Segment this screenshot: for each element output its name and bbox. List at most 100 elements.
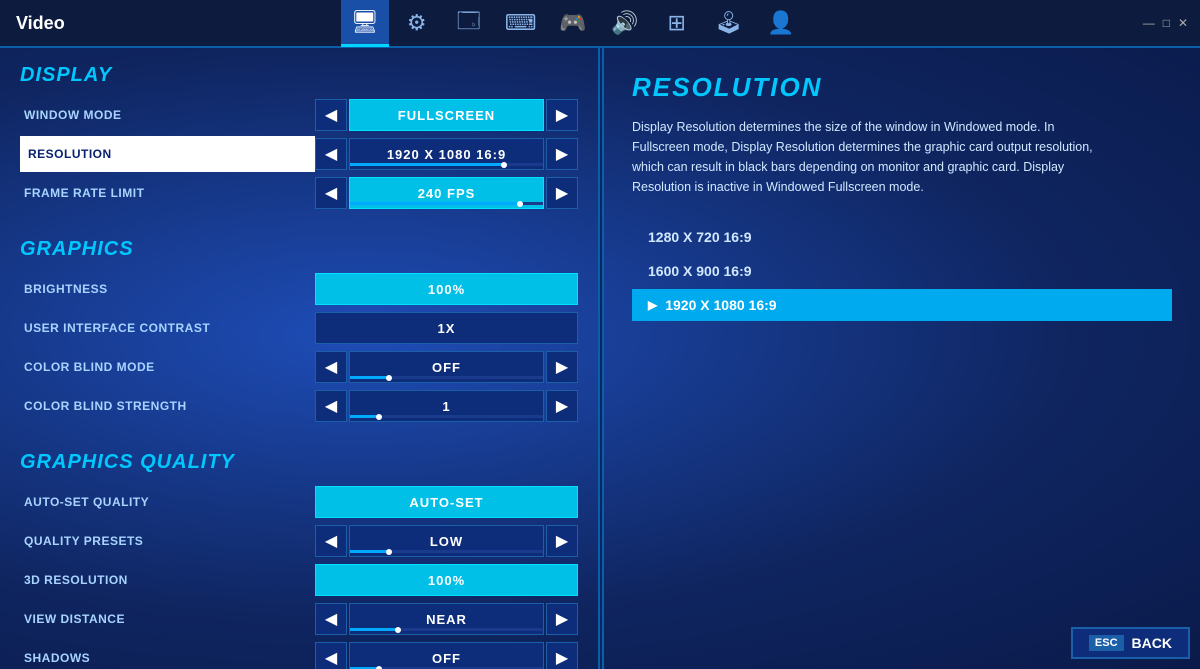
nav-controller-icon[interactable]: 🎮 bbox=[549, 0, 597, 47]
shadows-control: ◀ OFF ▶ bbox=[315, 642, 578, 669]
graphics-section-header: Graphics bbox=[20, 238, 578, 261]
titlebar: Video 🖥 ⚙ 🗔 ⌨ 🎮 🔊 ⊞ 🕹 👤 — □ ✕ bbox=[0, 0, 1200, 48]
brightness-value[interactable]: 100% bbox=[315, 273, 578, 305]
quality-presets-left-arrow[interactable]: ◀ bbox=[315, 525, 347, 557]
color-blind-strength-slider bbox=[350, 415, 543, 418]
resolution-option-720-label: 1280 X 720 16:9 bbox=[648, 229, 752, 245]
main-content: Display WINDOW MODE ◀ FULLSCREEN ▶ RESOL… bbox=[0, 48, 1200, 669]
resolution-control: ◀ 1920 X 1080 16:9 ▶ bbox=[315, 138, 578, 170]
display-section-header: Display bbox=[20, 64, 578, 87]
window-mode-left-arrow[interactable]: ◀ bbox=[315, 99, 347, 131]
nav-keyboard-icon[interactable]: ⌨ bbox=[497, 0, 545, 47]
color-blind-mode-control: ◀ OFF ▶ bbox=[315, 351, 578, 383]
resolution-description: Display Resolution determines the size o… bbox=[632, 117, 1112, 197]
resolution-left-arrow[interactable]: ◀ bbox=[315, 138, 347, 170]
brightness-control: 100% bbox=[315, 273, 578, 305]
setting-row-3d-resolution: 3D RESOLUTION 100% bbox=[20, 562, 578, 598]
setting-row-color-blind-mode: COLOR BLIND MODE ◀ OFF ▶ bbox=[20, 349, 578, 385]
nav-display-icon[interactable]: 🗔 bbox=[445, 0, 493, 47]
color-blind-mode-right-arrow[interactable]: ▶ bbox=[546, 351, 578, 383]
nav-monitor-icon[interactable]: 🖥 bbox=[341, 0, 389, 47]
quality-presets-label: QUALITY PRESETS bbox=[20, 534, 315, 548]
nav-gamepad-icon[interactable]: 🕹 bbox=[705, 0, 753, 47]
shadows-right-arrow[interactable]: ▶ bbox=[546, 642, 578, 669]
close-button[interactable]: ✕ bbox=[1178, 16, 1188, 30]
frame-rate-left-arrow[interactable]: ◀ bbox=[315, 177, 347, 209]
maximize-button[interactable]: □ bbox=[1163, 16, 1170, 30]
ui-contrast-value[interactable]: 1x bbox=[315, 312, 578, 344]
quality-presets-right-arrow[interactable]: ▶ bbox=[546, 525, 578, 557]
view-distance-left-arrow[interactable]: ◀ bbox=[315, 603, 347, 635]
3d-resolution-control: 100% bbox=[315, 564, 578, 596]
nav-profile-icon[interactable]: 👤 bbox=[757, 0, 805, 47]
color-blind-mode-label: COLOR BLIND MODE bbox=[20, 360, 315, 374]
quality-presets-slider bbox=[350, 550, 543, 553]
resolution-label[interactable]: RESOLUTION bbox=[20, 136, 315, 172]
esc-label: ESC bbox=[1089, 635, 1124, 651]
frame-rate-slider bbox=[350, 202, 543, 205]
setting-row-resolution: RESOLUTION ◀ 1920 X 1080 16:9 ▶ bbox=[20, 136, 578, 172]
view-distance-slider bbox=[350, 628, 543, 631]
ui-contrast-label: USER INTERFACE CONTRAST bbox=[20, 321, 315, 335]
shadows-left-arrow[interactable]: ◀ bbox=[315, 642, 347, 669]
auto-set-control: AUTO-SET bbox=[315, 486, 578, 518]
shadows-value[interactable]: OFF bbox=[349, 642, 544, 669]
setting-row-auto-set: AUTO-SET QUALITY AUTO-SET bbox=[20, 484, 578, 520]
quality-presets-value[interactable]: LOW bbox=[349, 525, 544, 557]
brightness-label: BRIGHTNESS bbox=[20, 282, 315, 296]
resolution-panel-title: RESOLUTION bbox=[632, 72, 1172, 103]
back-label: BACK bbox=[1132, 635, 1172, 651]
color-blind-mode-left-arrow[interactable]: ◀ bbox=[315, 351, 347, 383]
window-mode-label: WINDOW MODE bbox=[20, 108, 315, 122]
color-blind-mode-slider bbox=[350, 376, 543, 379]
resolution-option-900-label: 1600 X 900 16:9 bbox=[648, 263, 752, 279]
setting-row-frame-rate: FRAME RATE LIMIT ◀ 240 FPS ▶ bbox=[20, 175, 578, 211]
color-blind-mode-value[interactable]: OFF bbox=[349, 351, 544, 383]
quality-presets-control: ◀ LOW ▶ bbox=[315, 525, 578, 557]
view-distance-control: ◀ NEAR ▶ bbox=[315, 603, 578, 635]
setting-row-ui-contrast: USER INTERFACE CONTRAST 1x bbox=[20, 310, 578, 346]
resolution-slider bbox=[350, 163, 543, 166]
color-blind-strength-left-arrow[interactable]: ◀ bbox=[315, 390, 347, 422]
minimize-button[interactable]: — bbox=[1143, 16, 1155, 30]
nav-icons: 🖥 ⚙ 🗔 ⌨ 🎮 🔊 ⊞ 🕹 👤 bbox=[341, 0, 805, 47]
nav-audio-icon[interactable]: 🔊 bbox=[601, 0, 649, 47]
resolution-option-720[interactable]: 1280 X 720 16:9 bbox=[632, 221, 1172, 253]
frame-rate-control: ◀ 240 FPS ▶ bbox=[315, 177, 578, 209]
3d-resolution-label: 3D RESOLUTION bbox=[20, 573, 315, 587]
ui-contrast-control: 1x bbox=[315, 312, 578, 344]
resolution-value[interactable]: 1920 X 1080 16:9 bbox=[349, 138, 544, 170]
resolution-option-900[interactable]: 1600 X 900 16:9 bbox=[632, 255, 1172, 287]
setting-row-color-blind-strength: COLOR BLIND STRENGTH ◀ 1 ▶ bbox=[20, 388, 578, 424]
view-distance-value[interactable]: NEAR bbox=[349, 603, 544, 635]
shadows-label: SHADOWS bbox=[20, 651, 315, 665]
frame-rate-label: FRAME RATE LIMIT bbox=[20, 186, 315, 200]
color-blind-strength-right-arrow[interactable]: ▶ bbox=[546, 390, 578, 422]
setting-row-quality-presets: QUALITY PRESETS ◀ LOW ▶ bbox=[20, 523, 578, 559]
back-button[interactable]: ESC BACK bbox=[1071, 627, 1190, 659]
left-panel: Display WINDOW MODE ◀ FULLSCREEN ▶ RESOL… bbox=[0, 48, 598, 669]
color-blind-strength-value[interactable]: 1 bbox=[349, 390, 544, 422]
right-panel: RESOLUTION Display Resolution determines… bbox=[604, 48, 1200, 669]
view-distance-label: VIEW DISTANCE bbox=[20, 612, 315, 626]
frame-rate-right-arrow[interactable]: ▶ bbox=[546, 177, 578, 209]
auto-set-value[interactable]: AUTO-SET bbox=[315, 486, 578, 518]
graphics-quality-section-header: Graphics Quality bbox=[20, 451, 578, 474]
window-title: Video bbox=[0, 13, 81, 34]
resolution-selected-arrow: ▶ bbox=[648, 298, 657, 312]
view-distance-right-arrow[interactable]: ▶ bbox=[546, 603, 578, 635]
nav-network-icon[interactable]: ⊞ bbox=[653, 0, 701, 47]
frame-rate-value[interactable]: 240 FPS bbox=[349, 177, 544, 209]
setting-row-view-distance: VIEW DISTANCE ◀ NEAR ▶ bbox=[20, 601, 578, 637]
resolution-right-arrow[interactable]: ▶ bbox=[546, 138, 578, 170]
resolution-option-1080[interactable]: ▶ 1920 X 1080 16:9 bbox=[632, 289, 1172, 321]
setting-row-shadows: SHADOWS ◀ OFF ▶ bbox=[20, 640, 578, 669]
3d-resolution-value[interactable]: 100% bbox=[315, 564, 578, 596]
color-blind-strength-label: COLOR BLIND STRENGTH bbox=[20, 399, 315, 413]
auto-set-label: AUTO-SET QUALITY bbox=[20, 495, 315, 509]
color-blind-strength-control: ◀ 1 ▶ bbox=[315, 390, 578, 422]
window-mode-control: ◀ FULLSCREEN ▶ bbox=[315, 99, 578, 131]
nav-settings-icon[interactable]: ⚙ bbox=[393, 0, 441, 47]
window-mode-value[interactable]: FULLSCREEN bbox=[349, 99, 544, 131]
window-mode-right-arrow[interactable]: ▶ bbox=[546, 99, 578, 131]
